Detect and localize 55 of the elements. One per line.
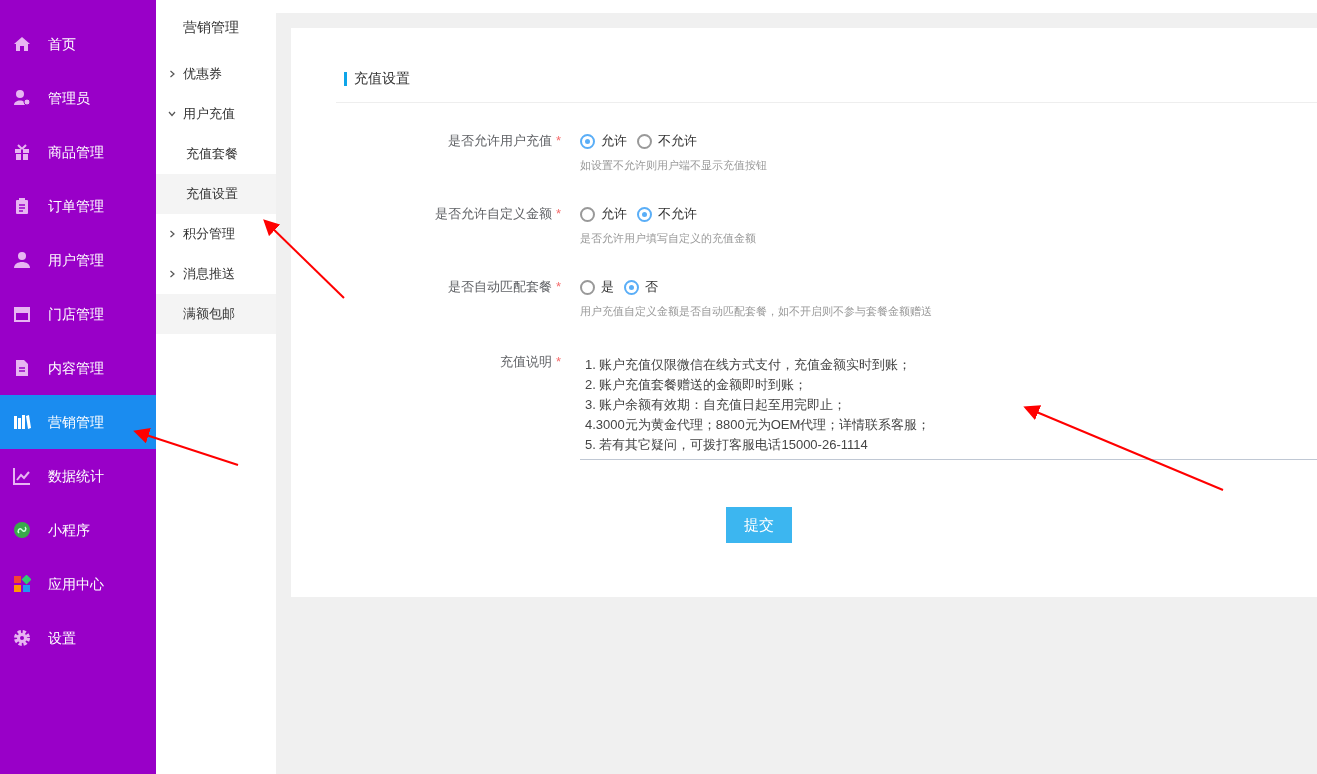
field-hint: 如设置不允许则用户端不显示充值按钮 <box>580 158 767 173</box>
sidebar-item[interactable]: 小程序 <box>0 503 156 557</box>
line-chart-icon <box>13 467 31 485</box>
required-asterisk: * <box>555 206 561 221</box>
field-hint: 是否允许用户填写自定义的充值金额 <box>580 231 756 246</box>
sidebar-item[interactable]: 门店管理 <box>0 287 156 341</box>
submenu-title: 营销管理 <box>182 18 240 37</box>
radio-option[interactable]: 不允许 <box>637 204 697 224</box>
store-icon <box>13 305 31 323</box>
chevron-icon <box>168 230 176 238</box>
submenu-item[interactable]: 积分管理 <box>156 214 276 254</box>
submenu-item[interactable]: 消息推送 <box>156 254 276 294</box>
field-label: 是否自动匹配套餐 <box>447 279 552 294</box>
field-label: 充值说明 <box>499 354 552 369</box>
required-asterisk: * <box>555 279 561 294</box>
settings-icon <box>13 629 31 647</box>
app-grid-icon <box>13 575 31 593</box>
radio-option[interactable]: 否 <box>624 277 658 297</box>
description-textarea[interactable]: 1. 账户充值仅限微信在线方式支付，充值金额实时到账； 2. 账户充值套餐赠送的金额即时到账； 3. 账户余额有效期：自充值日起至用完即止； 4.3000元为黄金代理；8800元为OEM代理；详情联系客服； 5. 若有其它疑问，可拨打客服电话15000-26-1114 <box>580 352 1317 460</box>
radio-option[interactable]: 允许 <box>580 204 627 224</box>
mini-program-icon <box>13 521 31 539</box>
sidebar-item[interactable]: 管理员 <box>0 71 156 125</box>
field-label: 是否允许用户充值 <box>447 133 552 148</box>
sidebar-item[interactable]: 用户管理 <box>0 233 156 287</box>
user-icon <box>13 251 31 269</box>
books-icon <box>13 413 31 431</box>
chevron-icon <box>168 270 176 278</box>
user-gear-icon <box>13 89 31 107</box>
chevron-icon <box>168 110 176 118</box>
sidebar-item[interactable]: 首页 <box>0 17 156 71</box>
sidebar-item[interactable]: 数据统计 <box>0 449 156 503</box>
chevron-icon <box>168 70 176 78</box>
required-asterisk: * <box>555 354 561 369</box>
radio-option[interactable]: 允许 <box>580 131 627 151</box>
submenu-item[interactable]: 满额包邮 <box>156 294 276 334</box>
submenu-item[interactable]: 充值套餐 <box>156 134 276 174</box>
submenu-item[interactable]: 用户充值 <box>156 94 276 134</box>
gift-icon <box>13 143 31 161</box>
radio-option[interactable]: 是 <box>580 277 614 297</box>
submenu-item[interactable]: 充值设置 <box>156 174 276 214</box>
field-label: 是否允许自定义金额 <box>434 206 552 221</box>
clipboard-icon <box>13 197 31 215</box>
field-hint: 用户充值自定义金额是否自动匹配套餐，如不开启则不参与套餐金额赠送 <box>580 304 932 319</box>
document-icon <box>13 359 31 377</box>
sidebar-item[interactable]: 订单管理 <box>0 179 156 233</box>
sidebar-item[interactable]: 商品管理 <box>0 125 156 179</box>
submenu-item[interactable]: 优惠券 <box>156 54 276 94</box>
sidebar-item[interactable]: 设置 <box>0 611 156 665</box>
home-icon <box>13 35 31 53</box>
section-title: 充值设置 <box>354 69 410 88</box>
title-marker <box>344 71 347 86</box>
sidebar-item[interactable]: 内容管理 <box>0 341 156 395</box>
required-asterisk: * <box>555 133 561 148</box>
radio-option[interactable]: 不允许 <box>637 131 697 151</box>
sidebar-item[interactable]: 应用中心 <box>0 557 156 611</box>
